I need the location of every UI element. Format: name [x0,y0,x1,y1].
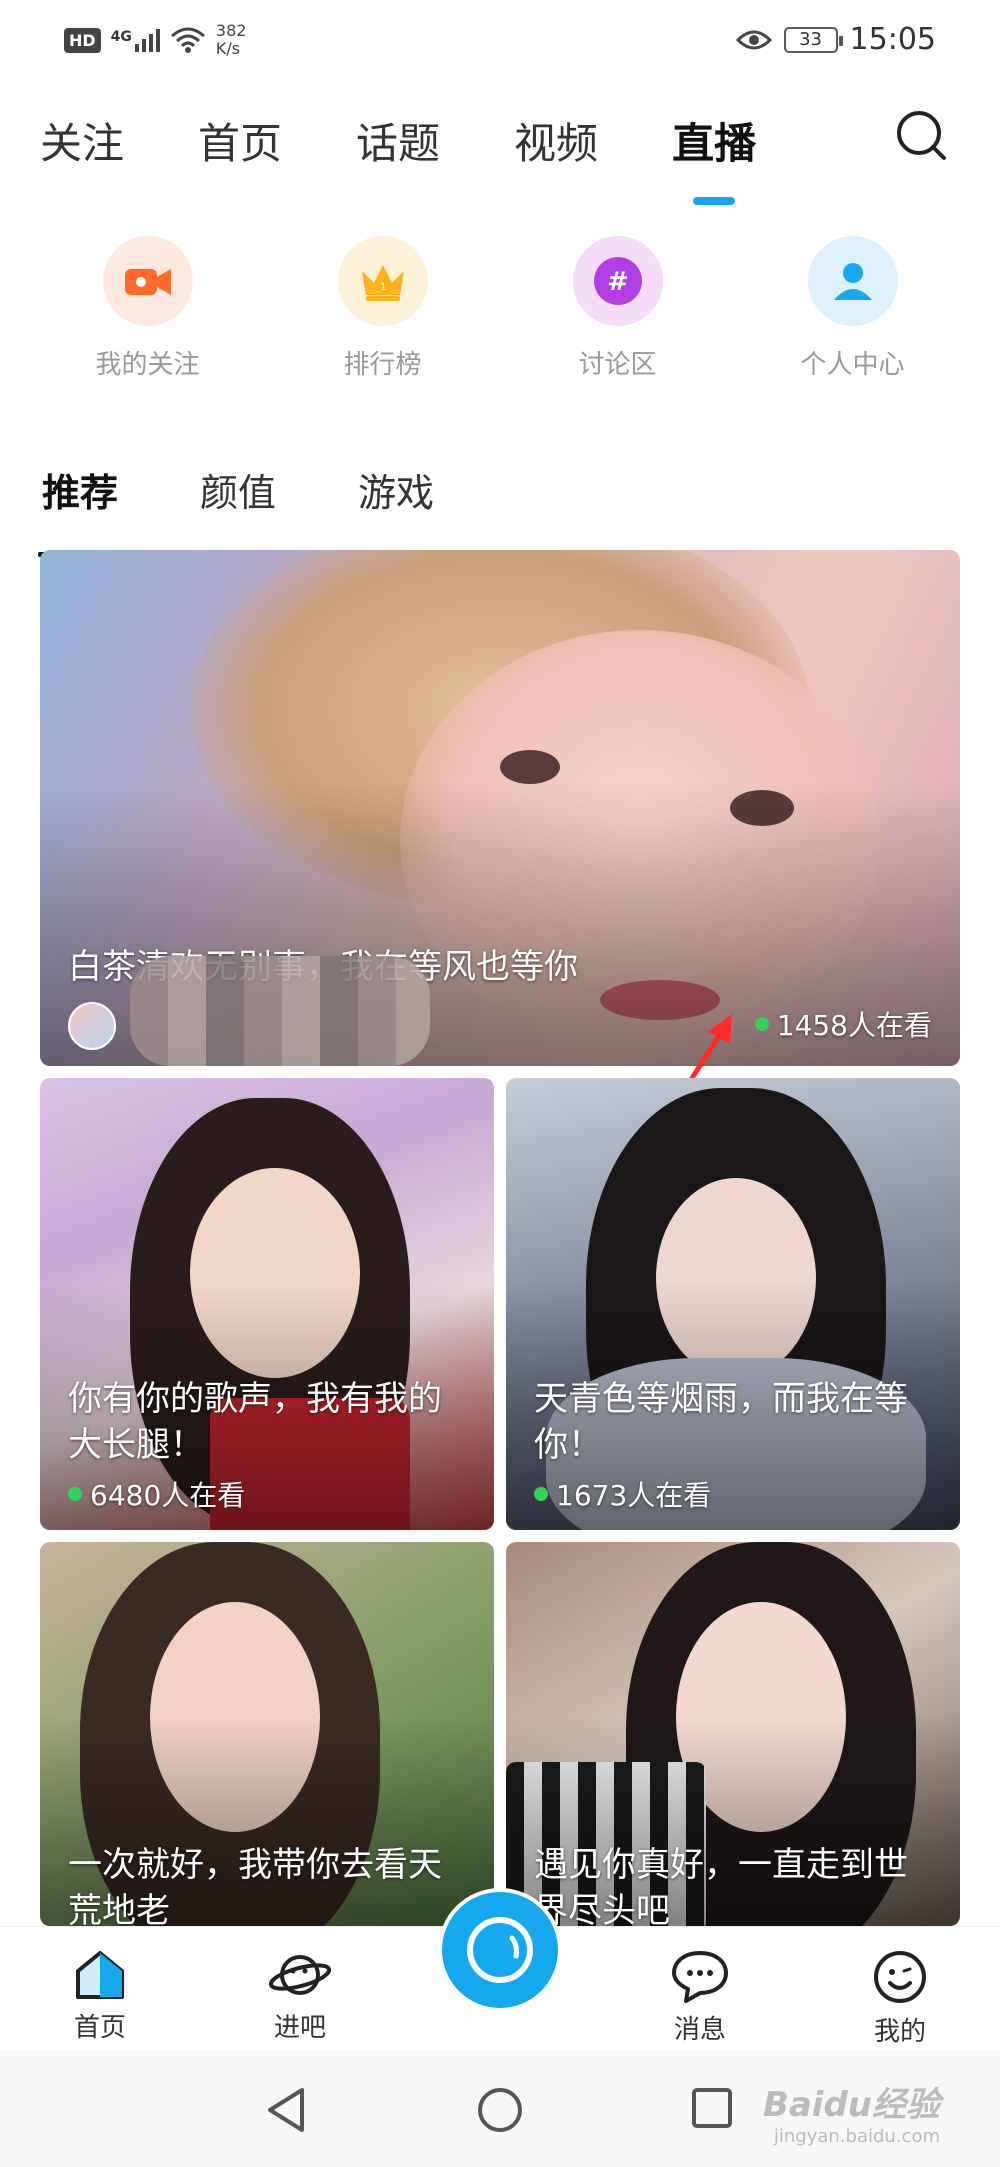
tab-topics[interactable]: 话题 [356,110,440,171]
network-speed: 382 K/s [215,21,247,58]
quick-links: 我的关注 1 排行榜 # 讨论区 个人中心 [0,236,1000,381]
tab-games[interactable]: 游戏 [358,462,434,517]
nav-home[interactable]: 首页 [40,1949,160,2044]
tab-home[interactable]: 首页 [198,110,282,171]
card-title: 一次就好，我带你去看天荒地老 [68,1845,442,1926]
nav-label: 消息 [673,2015,726,2045]
live-dot-icon [754,1017,769,1031]
crown-icon: 1 [337,236,428,326]
home-icon [76,1951,124,1999]
back-icon[interactable] [264,2086,308,2134]
smiley-face-icon [874,1951,926,2003]
tab-looks[interactable]: 颜值 [200,462,276,517]
viewer-count: 1673人在看 [534,1474,711,1514]
category-tab-bar: 推荐 颜值 游戏 [37,462,434,557]
nav-label: 首页 [73,2013,126,2043]
eye-icon [735,30,772,49]
recents-icon[interactable] [690,2086,734,2130]
tab-recommend[interactable]: 推荐 [37,462,129,557]
clock: 15:05 [849,22,936,57]
search-icon[interactable] [894,108,948,162]
wifi-icon [170,27,205,53]
nav-label: 我的 [873,2017,926,2047]
live-card[interactable]: 一次就好，我带你去看天荒地老 [40,1542,494,1926]
nav-profile[interactable]: 我的 [840,1949,960,2048]
tab-follow[interactable]: 关注 [40,110,124,171]
card-title: 天青色等烟雨，而我在等你！ [534,1379,908,1465]
home-circle-icon[interactable] [476,2086,524,2134]
card-title: 遇见你真好，一直走到世界尽头吧 [534,1845,908,1926]
live-dot-icon [534,1487,548,1501]
video-camera-icon [102,236,193,326]
chat-bubble-icon [672,1951,728,2003]
top-tab-bar: 关注 首页 话题 视频 直播 [40,110,756,171]
live-card[interactable]: 你有你的歌声，我有我的大长腿！ 6480人在看 [40,1078,494,1530]
person-icon [807,236,898,326]
featured-live-card[interactable]: 白茶清欢无别事，我在等风也等你 1458人在看 [40,550,960,1066]
quick-label: 排行榜 [343,350,422,380]
viewer-count: 1458人在看 [754,1004,932,1044]
battery-indicator: 33 [783,26,843,53]
card-title: 你有你的歌声，我有我的大长腿！ [68,1379,442,1465]
status-right: 33 15:05 [735,22,936,57]
quick-discussion[interactable]: # 讨论区 [518,236,718,381]
svg-text:1: 1 [379,281,385,293]
blurred-username [130,956,430,1066]
camera-lens-icon [442,1892,558,2008]
avatar[interactable] [68,1002,116,1050]
system-nav-bar: Baidu经验 jingyan.baidu.com [0,2050,1000,2167]
live-card[interactable]: 遇见你真好，一直走到世界尽头吧 [506,1542,960,1926]
svg-text:#: # [607,267,629,297]
signal-icon: 4G [111,28,160,52]
status-bar: HD 4G 382 K/s 33 15:05 [0,0,1000,84]
quick-my-follow[interactable]: 我的关注 [48,236,248,381]
status-left: HD 4G 382 K/s [64,22,246,58]
quick-ranking[interactable]: 1 排行榜 [283,236,483,381]
nav-label: 进吧 [273,2013,326,2043]
nav-bar[interactable]: 进吧 [240,1949,360,2044]
planet-icon [268,1955,332,1995]
quick-personal-center[interactable]: 个人中心 [753,236,953,381]
tab-video[interactable]: 视频 [514,110,598,171]
hd-badge: HD [64,27,101,53]
hashtag-icon: # [572,236,663,326]
tab-live[interactable]: 直播 [672,110,756,171]
quick-label: 我的关注 [95,350,200,380]
viewer-count: 6480人在看 [68,1474,245,1514]
quick-label: 讨论区 [578,350,657,380]
nav-messages[interactable]: 消息 [640,1949,760,2046]
quick-label: 个人中心 [800,350,905,380]
watermark: Baidu经验 jingyan.baidu.com [762,2085,940,2147]
camera-button[interactable] [438,1888,562,2012]
live-card[interactable]: 天青色等烟雨，而我在等你！ 1673人在看 [506,1078,960,1530]
live-dot-icon [68,1487,82,1501]
